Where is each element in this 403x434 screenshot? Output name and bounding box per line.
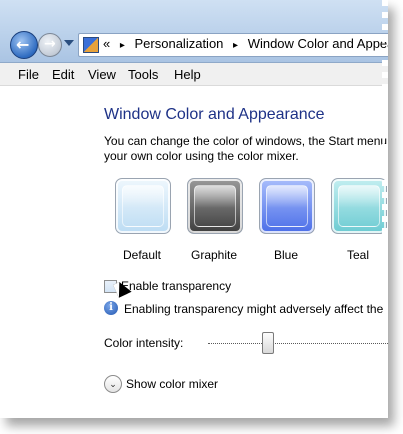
window-frame: ← → « ▸ Personalization ▸ Window Color a…	[0, 0, 388, 418]
info-text: Enabling transparency might adversely af…	[124, 302, 384, 316]
navigation-bar: ← → « ▸ Personalization ▸ Window Color a…	[0, 0, 388, 63]
breadcrumb-overflow[interactable]: «	[103, 36, 110, 51]
main-content: Window Color and Appearance You can chan…	[0, 86, 388, 418]
chevron-down-icon[interactable]: ⌄	[104, 375, 122, 393]
breadcrumb-window-color[interactable]: Window Color and Appearance	[248, 36, 388, 51]
swatch-teal[interactable]	[331, 178, 387, 234]
control-panel-icon	[83, 37, 99, 53]
enable-transparency-label[interactable]: Enable transparency	[121, 279, 231, 293]
swatch-blue[interactable]	[259, 178, 315, 234]
swatch-blue-label: Blue	[273, 248, 299, 262]
show-color-mixer-label[interactable]: Show color mixer	[126, 377, 218, 391]
breadcrumb: « ▸ Personalization ▸ Window Color and A…	[103, 36, 388, 51]
swatch-default[interactable]	[115, 178, 171, 234]
swatch-graphite-label: Graphite	[190, 248, 238, 262]
color-intensity-slider-thumb[interactable]	[262, 332, 274, 354]
menu-bar: File Edit View Tools Help	[0, 63, 388, 86]
menu-tools[interactable]: Tools	[128, 67, 158, 82]
history-dropdown-icon[interactable]	[64, 40, 74, 46]
menu-view[interactable]: View	[88, 67, 116, 82]
info-icon: i	[104, 301, 118, 315]
menu-file[interactable]: File	[18, 67, 39, 82]
swatch-default-label: Default	[122, 248, 162, 262]
menu-help[interactable]: Help	[174, 67, 201, 82]
swatch-teal-label: Teal	[346, 248, 369, 262]
arrow-left-icon: ←	[16, 35, 30, 54]
swatch-graphite[interactable]	[187, 178, 243, 234]
page-title: Window Color and Appearance	[104, 106, 325, 123]
color-intensity-label: Color intensity:	[104, 336, 184, 350]
description-line-2: your own color using the color mixer.	[104, 149, 299, 163]
page-description: You can change the color of windows, the…	[104, 134, 387, 164]
breadcrumb-separator-icon[interactable]: ▸	[120, 40, 125, 51]
color-intensity-slider-track[interactable]	[208, 343, 388, 344]
breadcrumb-personalization[interactable]: Personalization	[135, 36, 224, 51]
breadcrumb-separator-icon[interactable]: ▸	[233, 40, 238, 51]
forward-button[interactable]: →	[38, 33, 62, 57]
arrow-right-icon: →	[44, 36, 56, 52]
description-line-1: You can change the color of windows, the…	[104, 134, 388, 148]
address-bar[interactable]: « ▸ Personalization ▸ Window Color and A…	[78, 33, 388, 57]
back-button[interactable]: ←	[10, 31, 38, 59]
menu-edit[interactable]: Edit	[52, 67, 74, 82]
